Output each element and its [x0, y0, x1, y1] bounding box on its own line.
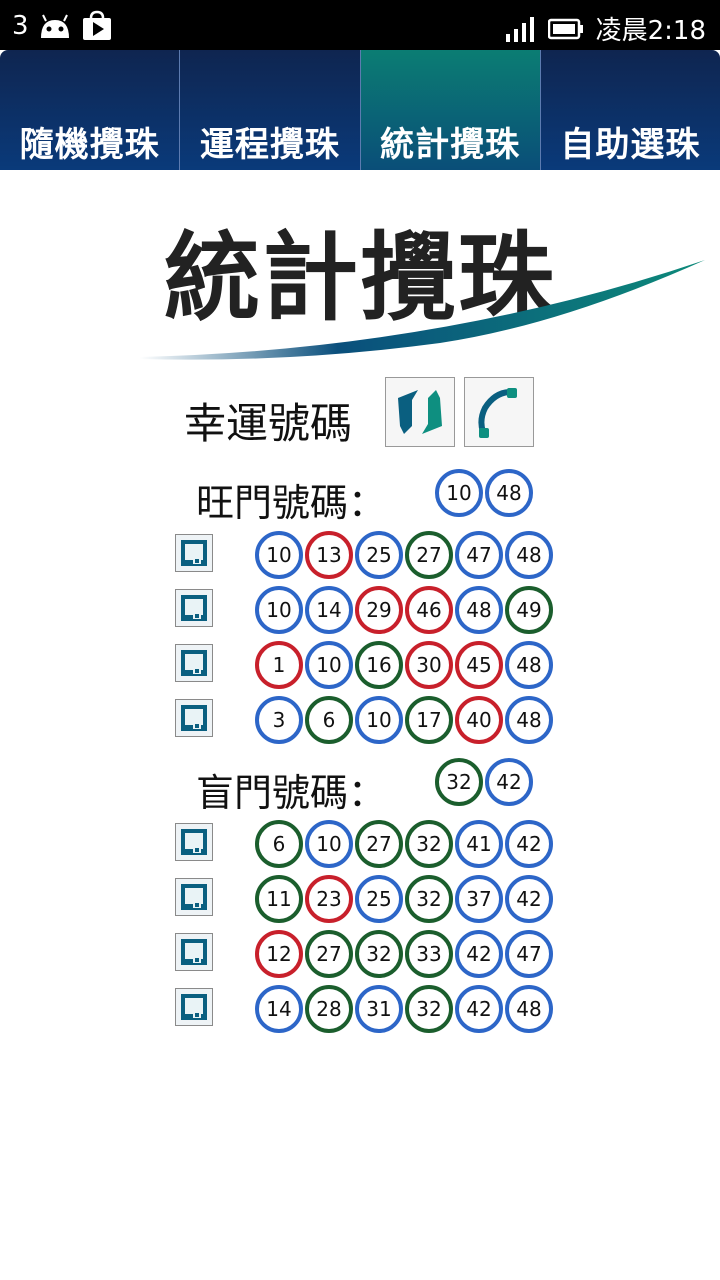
cold-numbers-label: 盲門號碼：	[196, 771, 387, 815]
hot-number-ball: 30	[405, 641, 453, 689]
hot-number-ball: 3	[255, 696, 303, 744]
cold-number-ball: 10	[305, 820, 353, 868]
hot-number-ball: 48	[505, 641, 553, 689]
cold-number-ball: 32	[405, 875, 453, 923]
save-row-button[interactable]	[175, 823, 213, 861]
hot-number-ball: 16	[355, 641, 403, 689]
cold-summary-ball: 42	[485, 758, 533, 806]
tab-random-draw[interactable]: 隨機攪珠	[0, 50, 181, 170]
play-store-icon	[82, 10, 111, 40]
save-icon	[181, 829, 207, 855]
cold-number-ball: 27	[305, 930, 353, 978]
cold-number-ball: 33	[405, 930, 453, 978]
tab-label: 統計攪珠	[380, 125, 521, 165]
signal-icon	[505, 16, 534, 42]
hot-number-ball: 47	[455, 531, 503, 579]
status-right: 凌晨2:18	[504, 10, 706, 47]
save-row-button[interactable]	[175, 644, 213, 682]
cold-number-ball: 11	[255, 875, 303, 923]
cold-number-ball: 14	[255, 985, 303, 1033]
hot-number-ball: 13	[305, 531, 353, 579]
hot-summary-ball: 48	[485, 469, 533, 517]
refresh-button[interactable]	[385, 377, 455, 447]
hot-number-ball: 10	[355, 696, 403, 744]
cold-number-ball: 42	[455, 930, 503, 978]
save-row-button[interactable]	[175, 534, 213, 572]
hot-number-ball: 48	[505, 531, 553, 579]
save-row-button[interactable]	[175, 988, 213, 1026]
phone-icon	[478, 388, 517, 438]
notification-count: 3	[12, 11, 29, 41]
hot-number-ball: 25	[355, 531, 403, 579]
tab-label: 自助選珠	[560, 125, 701, 165]
hot-number-ball: 6	[305, 696, 353, 744]
hot-number-ball: 46	[405, 586, 453, 634]
title-swoosh-decoration	[140, 260, 705, 360]
hot-number-ball: 14	[305, 586, 353, 634]
hot-number-ball: 29	[355, 586, 403, 634]
cold-number-ball: 27	[355, 820, 403, 868]
phone-button[interactable]	[464, 377, 534, 447]
hot-numbers-label: 旺門號碼：	[196, 481, 387, 525]
hot-number-ball: 10	[255, 531, 303, 579]
cold-number-ball: 42	[505, 820, 553, 868]
save-icon	[181, 884, 207, 910]
hot-number-ball: 48	[505, 696, 553, 744]
save-icon	[181, 705, 207, 731]
cold-number-ball: 28	[305, 985, 353, 1033]
clock: 凌晨2:18	[595, 16, 706, 46]
tab-self-pick[interactable]: 自助選珠	[540, 50, 720, 170]
cold-number-ball: 32	[355, 930, 403, 978]
android-icon	[40, 14, 69, 38]
hot-number-ball: 27	[405, 531, 453, 579]
battery-icon	[547, 18, 583, 39]
save-icon	[181, 994, 207, 1020]
tab-label: 運程攪珠	[199, 125, 340, 165]
cold-number-ball: 23	[305, 875, 353, 923]
tab-fortune-draw[interactable]: 運程攪珠	[180, 50, 361, 170]
hot-number-ball: 17	[405, 696, 453, 744]
cold-number-ball: 48	[505, 985, 553, 1033]
save-icon	[181, 650, 207, 676]
cold-number-ball: 32	[405, 820, 453, 868]
tab-label: 隨機攪珠	[19, 125, 160, 165]
cold-number-ball: 47	[505, 930, 553, 978]
cold-number-ball: 42	[455, 985, 503, 1033]
save-row-button[interactable]	[175, 589, 213, 627]
hot-number-ball: 10	[255, 586, 303, 634]
hot-number-ball: 40	[455, 696, 503, 744]
hot-summary-ball: 10	[435, 469, 483, 517]
save-row-button[interactable]	[175, 933, 213, 971]
cold-number-ball: 31	[355, 985, 403, 1033]
hot-number-ball: 10	[305, 641, 353, 689]
status-bar: 3 凌晨2:18	[0, 0, 720, 50]
cold-number-ball: 12	[255, 930, 303, 978]
hot-number-ball: 1	[255, 641, 303, 689]
tab-bar: 隨機攪珠 運程攪珠 統計攪珠 自助選珠	[0, 50, 720, 170]
cold-number-ball: 32	[405, 985, 453, 1033]
save-icon	[181, 939, 207, 965]
tab-statistics-draw[interactable]: 統計攪珠	[360, 50, 541, 170]
save-icon	[181, 595, 207, 621]
hot-number-ball: 49	[505, 586, 553, 634]
save-row-button[interactable]	[175, 699, 213, 737]
save-row-button[interactable]	[175, 878, 213, 916]
cold-summary-ball: 32	[435, 758, 483, 806]
hot-number-ball: 45	[455, 641, 503, 689]
refresh-icon	[398, 390, 442, 434]
cold-number-ball: 25	[355, 875, 403, 923]
cold-number-ball: 42	[505, 875, 553, 923]
hot-number-ball: 48	[455, 586, 503, 634]
status-left: 3	[12, 10, 113, 42]
cold-number-ball: 37	[455, 875, 503, 923]
cold-number-ball: 6	[255, 820, 303, 868]
lucky-numbers-label: 幸運號碼	[184, 399, 353, 448]
save-icon	[181, 540, 207, 566]
cold-number-ball: 41	[455, 820, 503, 868]
